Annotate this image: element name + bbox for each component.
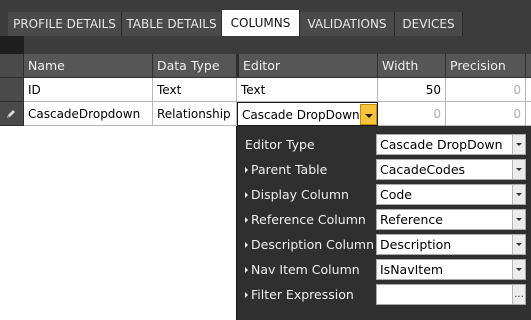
- row-header-corner: [0, 54, 24, 78]
- expand-caret-icon[interactable]: [245, 242, 248, 248]
- property-label: Editor Type: [245, 137, 315, 152]
- row-header[interactable]: [0, 102, 24, 126]
- chevron-down-icon[interactable]: [512, 185, 525, 204]
- property-label[interactable]: Reference Column: [245, 207, 366, 232]
- expand-caret-icon[interactable]: [245, 267, 248, 273]
- property-label-text: Display Column: [251, 187, 349, 202]
- property-row-filter-expression: Filter Expression ...: [237, 282, 531, 307]
- column-header-name[interactable]: Name: [24, 54, 153, 78]
- tab-strip: PROFILE DETAILS TABLE DETAILS COLUMNS VA…: [0, 0, 531, 36]
- parent-table-value: CacadeCodes: [380, 162, 466, 177]
- grid-group-band: [24, 36, 531, 54]
- cell-width[interactable]: 0: [378, 102, 446, 126]
- expand-caret-icon[interactable]: [245, 192, 248, 198]
- cell-data-type[interactable]: Text: [153, 78, 237, 102]
- cell-data-type[interactable]: Relationship: [153, 102, 237, 126]
- nav-item-column-value: IsNavItem: [380, 262, 444, 277]
- row-header[interactable]: [0, 78, 24, 102]
- description-column-value: Description: [380, 237, 452, 252]
- column-header-precision[interactable]: Precision: [446, 54, 526, 78]
- property-label-text: Filter Expression: [251, 287, 354, 302]
- cell-editor-value: Cascade DropDown: [242, 108, 360, 122]
- property-label-text: Parent Table: [251, 162, 328, 177]
- tab-table-details[interactable]: TABLE DETAILS: [122, 12, 222, 36]
- reference-column-select[interactable]: Reference: [376, 209, 526, 230]
- cell-extra[interactable]: [526, 78, 531, 102]
- reference-column-value: Reference: [380, 212, 443, 227]
- property-label-text: Reference Column: [251, 212, 366, 227]
- expand-caret-icon[interactable]: [245, 292, 248, 298]
- column-header-width[interactable]: Width: [378, 54, 446, 78]
- property-label[interactable]: Nav Item Column: [245, 257, 360, 282]
- pencil-icon: [7, 110, 15, 118]
- tab-validations[interactable]: VALIDATIONS: [300, 12, 395, 36]
- editor-type-select[interactable]: Cascade DropDown: [376, 134, 526, 155]
- cell-name[interactable]: ID: [24, 78, 153, 102]
- display-column-select[interactable]: Code: [376, 184, 526, 205]
- chevron-down-icon[interactable]: [360, 104, 377, 125]
- property-label[interactable]: Description Column: [245, 232, 374, 257]
- chevron-down-icon[interactable]: [512, 160, 525, 179]
- column-header-editor[interactable]: Editor: [237, 54, 378, 78]
- property-row-nav-item-column: Nav Item Column IsNavItem: [237, 257, 531, 282]
- grid-corner: [0, 36, 24, 54]
- description-column-select[interactable]: Description: [376, 234, 526, 255]
- ellipsis-button[interactable]: ...: [512, 285, 525, 304]
- nav-item-column-select[interactable]: IsNavItem: [376, 259, 526, 280]
- property-label-text: Description Column: [251, 237, 375, 252]
- tab-devices[interactable]: DEVICES: [395, 12, 463, 36]
- cell-width[interactable]: 50: [378, 78, 446, 102]
- grid-top-band: [0, 36, 531, 54]
- cell-editor-dropdown[interactable]: Cascade DropDown: [237, 102, 378, 126]
- chevron-down-icon[interactable]: [512, 260, 525, 279]
- expand-caret-icon[interactable]: [245, 217, 248, 223]
- property-row-editor-type: Editor Type Cascade DropDown: [237, 132, 531, 157]
- cell-extra[interactable]: [526, 102, 531, 126]
- chevron-down-icon[interactable]: [512, 210, 525, 229]
- cell-editor[interactable]: Text: [237, 78, 378, 102]
- cell-precision[interactable]: 0: [446, 78, 526, 102]
- property-row-reference-column: Reference Column Reference: [237, 207, 531, 232]
- grid-header-row: Name Data Type Editor Width Precision: [0, 54, 531, 78]
- cell-precision[interactable]: 0: [446, 102, 526, 126]
- tab-columns[interactable]: COLUMNS: [222, 10, 300, 36]
- filter-expression-input[interactable]: ...: [376, 284, 526, 305]
- chevron-down-icon[interactable]: [512, 235, 525, 254]
- editor-properties-popup: Editor Type Cascade DropDown Parent Tabl…: [236, 126, 531, 320]
- property-row-parent-table: Parent Table CacadeCodes: [237, 157, 531, 182]
- table-row[interactable]: CascadeDropdown Relationship Cascade Dro…: [0, 102, 531, 126]
- parent-table-select[interactable]: CacadeCodes: [376, 159, 526, 180]
- cell-name[interactable]: CascadeDropdown: [24, 102, 153, 126]
- expand-caret-icon[interactable]: [245, 167, 248, 173]
- display-column-value: Code: [380, 187, 413, 202]
- editor-type-value: Cascade DropDown: [380, 137, 503, 152]
- property-label[interactable]: Display Column: [245, 182, 349, 207]
- property-label-text: Nav Item Column: [251, 262, 360, 277]
- property-label[interactable]: Parent Table: [245, 157, 327, 182]
- column-header-more[interactable]: [526, 54, 531, 78]
- property-label[interactable]: Filter Expression: [245, 282, 354, 307]
- property-row-display-column: Display Column Code: [237, 182, 531, 207]
- tab-profile-details[interactable]: PROFILE DETAILS: [8, 12, 122, 36]
- property-row-description-column: Description Column Description: [237, 232, 531, 257]
- column-header-data-type[interactable]: Data Type: [153, 54, 237, 78]
- table-row[interactable]: ID Text Text 50 0: [0, 78, 531, 102]
- chevron-down-icon[interactable]: [512, 135, 525, 154]
